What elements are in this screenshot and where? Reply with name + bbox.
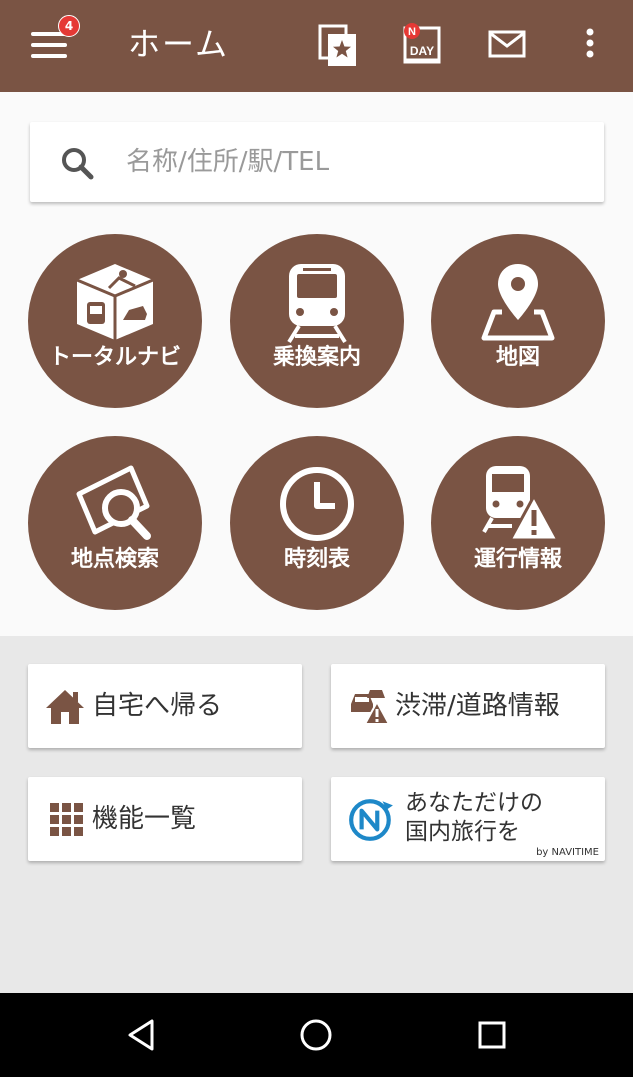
map-button[interactable]: 地図 xyxy=(431,234,605,408)
nday-button[interactable]: N DAY xyxy=(400,22,444,68)
map-pin-icon xyxy=(481,264,555,341)
by-navitime-label: by NAVITIME xyxy=(536,847,599,858)
page-title: ホーム xyxy=(128,25,230,63)
home-nav-button[interactable] xyxy=(296,1015,336,1055)
go-home-button[interactable]: 自宅へ帰る xyxy=(28,664,302,748)
search-placeholder: 名称/住所/駅/TEL xyxy=(126,147,330,177)
service-info-label: 運行情報 xyxy=(473,547,562,572)
train-alert-icon xyxy=(482,466,561,542)
go-home-label: 自宅へ帰る xyxy=(92,691,223,721)
favorites-button[interactable] xyxy=(316,22,360,68)
nday-label: DAY xyxy=(410,44,434,58)
feature-list-button[interactable]: 機能一覧 xyxy=(28,777,302,861)
traffic-info-label: 渋滞/道路情報 xyxy=(395,691,560,721)
travel-promo-line1: あなただけの xyxy=(405,790,543,816)
grid-icon xyxy=(50,803,83,836)
home-circle-icon xyxy=(300,1019,332,1051)
travel-promo-line2: 国内旅行を xyxy=(405,819,520,845)
timetable-label: 時刻表 xyxy=(283,547,350,572)
feature-list-label: 機能一覧 xyxy=(92,804,197,834)
mail-button[interactable] xyxy=(485,22,529,68)
traffic-info-button[interactable]: 渋滞/道路情報 xyxy=(331,664,605,748)
service-info-button[interactable]: 運行情報 xyxy=(431,436,605,610)
main-menu-area: 名称/住所/駅/TEL トータルナビ 乗換案内 地図 地点検索 時刻表 運行情報 xyxy=(0,92,633,636)
back-button[interactable] xyxy=(122,1015,162,1055)
travel-promo-text: あなただけの 国内旅行を xyxy=(405,789,543,847)
map-search-icon xyxy=(76,465,151,540)
app-bar: 4 ホーム N DAY xyxy=(0,0,633,92)
favorite-star-icon xyxy=(318,24,356,66)
train-icon xyxy=(287,264,347,344)
overflow-menu-button[interactable] xyxy=(570,22,610,68)
spot-search-label: 地点検索 xyxy=(70,547,159,572)
total-navi-icon xyxy=(76,264,154,340)
transfer-button[interactable]: 乗換案内 xyxy=(230,234,404,408)
recents-square-icon xyxy=(478,1021,506,1049)
spot-search-button[interactable]: 地点検索 xyxy=(28,436,202,610)
calendar-nday-icon: N DAY xyxy=(403,23,441,64)
navitime-travel-logo-icon xyxy=(349,799,393,841)
system-nav-bar xyxy=(0,993,633,1077)
mail-icon xyxy=(488,30,526,58)
search-icon xyxy=(62,148,94,180)
back-triangle-icon xyxy=(128,1019,154,1051)
recents-button[interactable] xyxy=(472,1015,512,1055)
total-navi-label: トータルナビ xyxy=(48,345,181,370)
travel-promo-button[interactable]: あなただけの 国内旅行を by NAVITIME xyxy=(331,777,605,861)
total-navi-button[interactable]: トータルナビ xyxy=(28,234,202,408)
map-label: 地図 xyxy=(495,345,540,370)
nday-letter: N xyxy=(408,26,416,38)
transfer-label: 乗換案内 xyxy=(272,345,361,370)
search-input[interactable]: 名称/住所/駅/TEL xyxy=(30,122,604,202)
clock-icon xyxy=(280,467,354,541)
traffic-jam-icon xyxy=(351,690,389,725)
home-icon xyxy=(46,690,84,724)
more-vertical-icon xyxy=(586,28,594,58)
timetable-button[interactable]: 時刻表 xyxy=(230,436,404,610)
notification-badge: 4 xyxy=(58,15,80,37)
